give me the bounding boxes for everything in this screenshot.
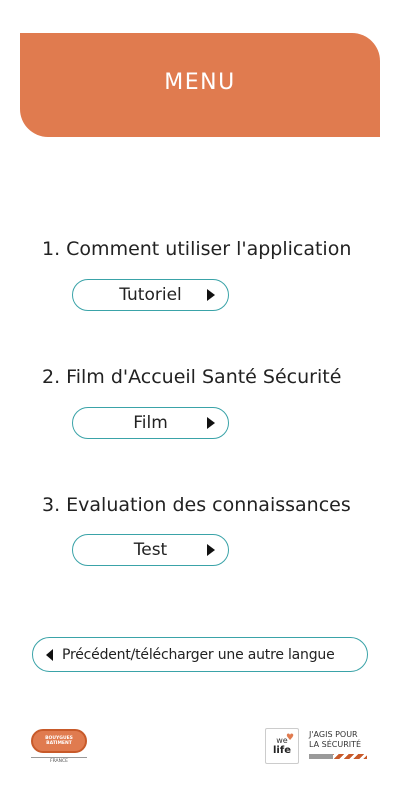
bouygues-logo: BOUYGUES BATIMENT FRANCE	[31, 729, 87, 767]
safety-slogan: J'AGIS POUR LA SÉCURITÉ	[309, 730, 361, 750]
back-button-label: Précédent/télécharger une autre langue	[62, 646, 335, 663]
play-arrow-icon	[207, 289, 215, 301]
safety-slogan-line1: J'AGIS POUR	[309, 730, 358, 739]
play-arrow-icon	[207, 544, 215, 556]
page-title: MENU	[164, 69, 236, 95]
section-title-film: 2. Film d'Accueil Santé Sécurité	[42, 366, 342, 388]
heart-icon: ♥	[286, 733, 295, 743]
bouygues-logo-line2: BATIMENT	[46, 741, 72, 746]
we-love-life-logo: we ♥ life J'AGIS POUR LA SÉCURITÉ	[265, 728, 370, 768]
test-button[interactable]: Test	[72, 534, 229, 566]
life-text: life	[273, 745, 291, 756]
safety-slogan-line2: LA SÉCURITÉ	[309, 740, 362, 749]
menu-header: MENU	[20, 33, 380, 137]
section-title-tutorial: 1. Comment utiliser l'application	[42, 238, 352, 260]
bouygues-logo-country: FRANCE	[31, 757, 87, 764]
play-arrow-icon	[207, 417, 215, 429]
back-download-language-button[interactable]: Précédent/télécharger une autre langue	[32, 637, 368, 672]
test-button-label: Test	[133, 540, 168, 560]
back-arrow-icon	[46, 648, 53, 661]
tutorial-button[interactable]: Tutoriel	[72, 279, 229, 311]
film-button[interactable]: Film	[72, 407, 229, 439]
we-life-badge: we ♥ life	[265, 728, 299, 764]
film-button-label: Film	[133, 413, 168, 433]
section-title-test: 3. Evaluation des connaissances	[42, 494, 351, 516]
bouygues-logo-oval: BOUYGUES BATIMENT	[31, 729, 87, 753]
hazard-stripes-grey	[309, 754, 333, 759]
tutorial-button-label: Tutoriel	[119, 285, 182, 305]
